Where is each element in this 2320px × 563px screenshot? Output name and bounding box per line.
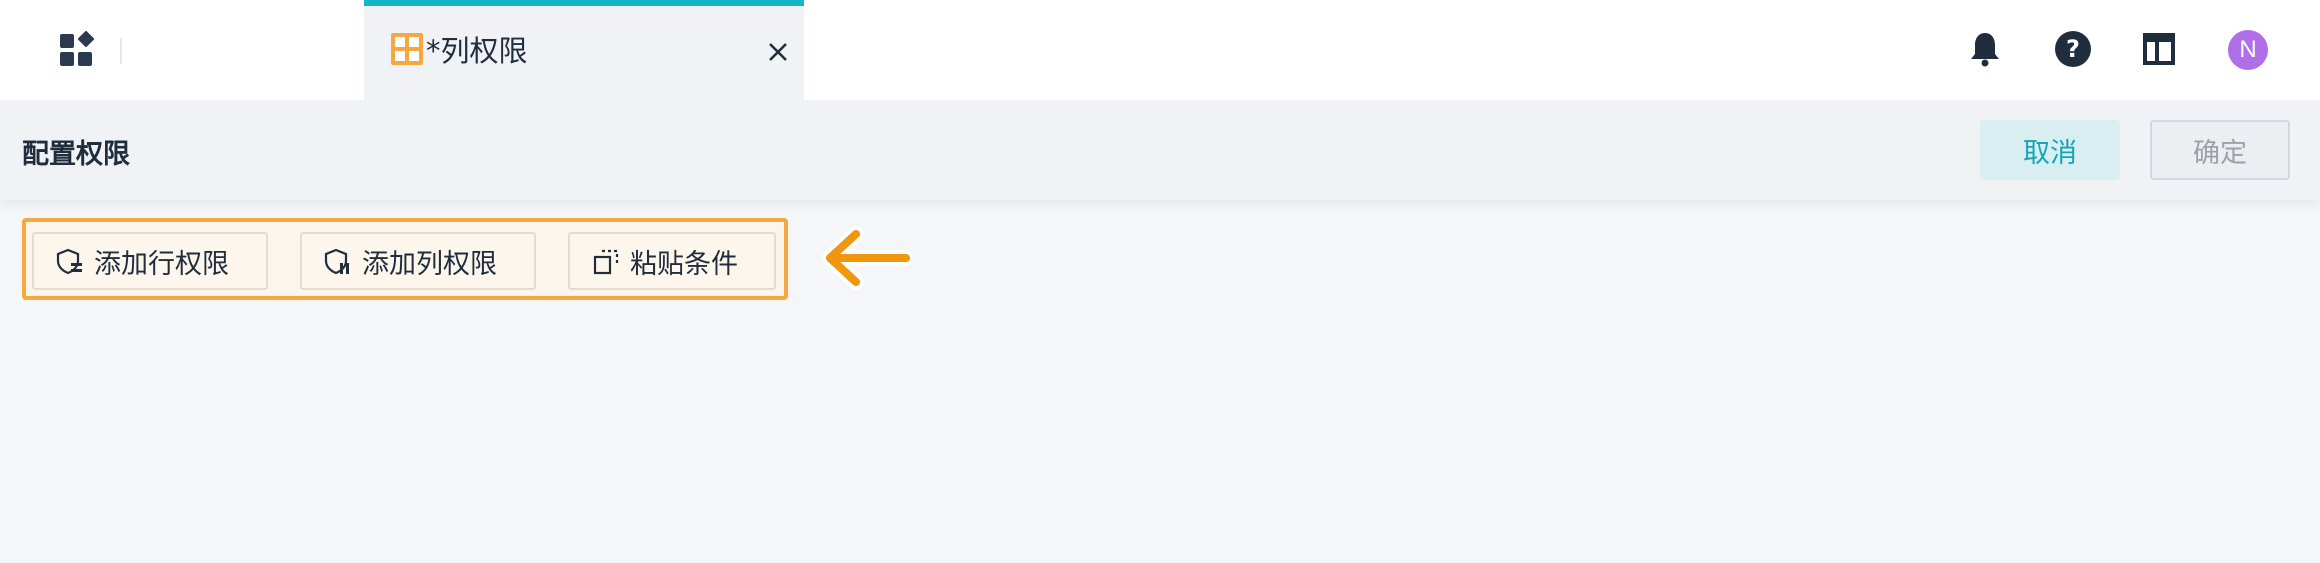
paste-condition-label: 粘贴条件 — [630, 248, 738, 280]
page-header: 配置权限 取消 确定 — [0, 100, 2320, 200]
help-icon[interactable]: ? — [2054, 30, 2092, 68]
column-permission-icon — [324, 248, 349, 275]
top-bar: *列权限 ? N — [0, 0, 2320, 100]
tab-label: *列权限 — [426, 34, 528, 68]
tab-column-permission[interactable]: *列权限 — [364, 0, 804, 100]
avatar[interactable]: N — [2228, 30, 2268, 70]
page-title: 配置权限 — [22, 139, 130, 170]
cancel-button[interactable]: 取消 — [1980, 120, 2120, 180]
paste-icon — [593, 249, 619, 275]
add-row-permission-button[interactable]: 添加行权限 — [32, 232, 268, 290]
row-permission-icon — [56, 248, 82, 275]
paste-condition-button[interactable]: 粘贴条件 — [568, 232, 776, 290]
apps-icon[interactable] — [58, 30, 98, 70]
table-icon — [391, 33, 423, 65]
bell-icon[interactable] — [1966, 30, 2004, 68]
toolbar-divider — [120, 38, 122, 64]
confirm-button[interactable]: 确定 — [2150, 120, 2290, 180]
permission-toolbar: 添加行权限 添加列权限 粘贴条件 — [22, 218, 788, 300]
svg-text:?: ? — [2066, 35, 2080, 63]
arrow-left-icon — [822, 226, 912, 290]
add-column-permission-label: 添加列权限 — [362, 248, 497, 280]
layout-icon[interactable] — [2140, 30, 2178, 68]
add-column-permission-button[interactable]: 添加列权限 — [300, 232, 536, 290]
close-icon[interactable] — [766, 40, 790, 64]
add-row-permission-label: 添加行权限 — [94, 248, 229, 280]
